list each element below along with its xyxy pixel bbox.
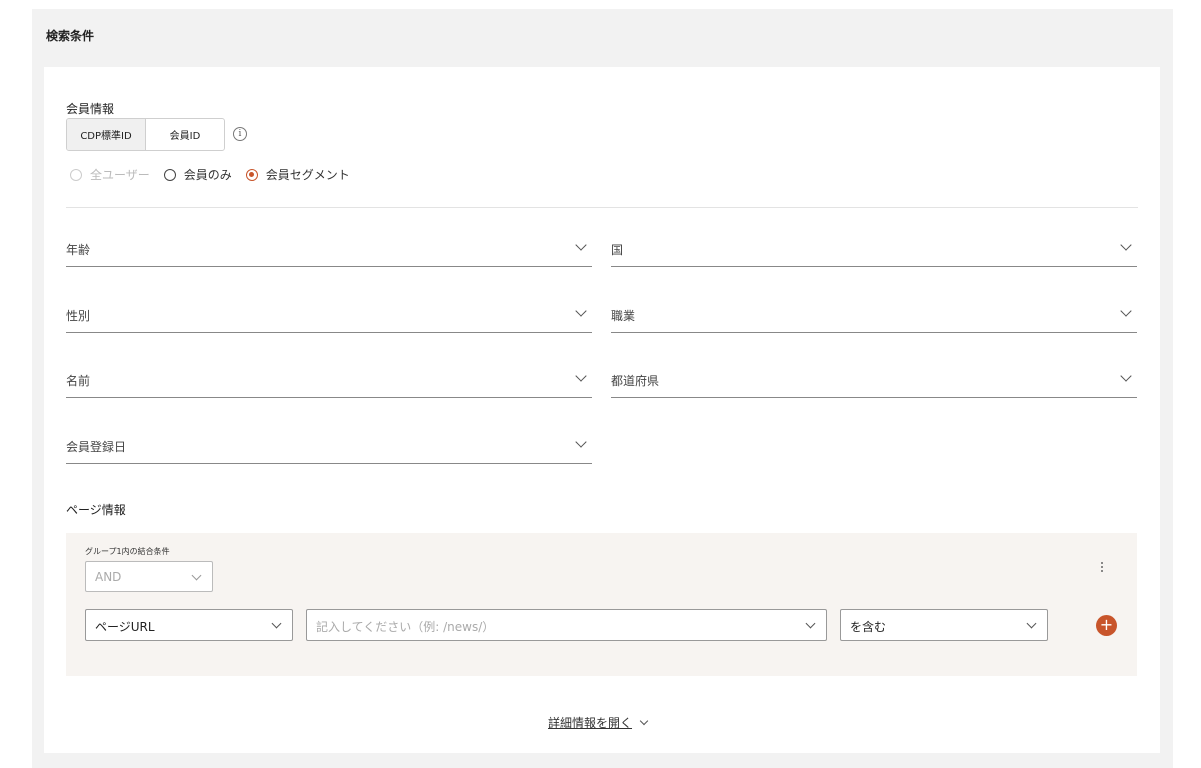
conditions-card: 会員情報 CDP標準ID 会員ID i 全ユーザー 会員のみ 会員セグメント 年… [44, 67, 1160, 753]
gender-select[interactable]: 性別 [66, 296, 592, 333]
registration-date-select[interactable]: 会員登録日 [66, 427, 592, 464]
info-icon[interactable]: i [233, 127, 247, 141]
radio-label: 会員のみ [183, 168, 232, 182]
search-conditions-panel: 検索条件 会員情報 CDP標準ID 会員ID i 全ユーザー 会員のみ 会員セグ… [32, 9, 1173, 768]
chevron-down-icon [191, 570, 202, 581]
combiner-value: AND [95, 570, 122, 584]
radio-circle[interactable] [245, 168, 258, 181]
occupation-label: 職業 [611, 309, 636, 323]
condition-value-placeholder: 記入してください（例: /news/） [316, 620, 495, 634]
divider [66, 207, 1138, 208]
occupation-select[interactable]: 職業 [611, 296, 1137, 333]
add-condition-button[interactable]: + [1096, 615, 1117, 636]
country-select[interactable]: 国 [611, 230, 1137, 267]
chevron-down-icon [639, 716, 649, 725]
group-combiner-label: グループ1内の結合条件 [85, 547, 170, 556]
radio-circle [70, 168, 82, 181]
combiner-select[interactable]: AND [85, 561, 213, 592]
panel-title: 検索条件 [46, 29, 95, 43]
member-scope-radios: 全ユーザー 会員のみ 会員セグメント [70, 166, 364, 183]
chevron-down-icon [575, 370, 587, 382]
chevron-down-icon [575, 436, 587, 448]
condition-operator-value: を含む [850, 620, 887, 634]
country-label: 国 [611, 243, 624, 257]
radio-circle[interactable] [163, 168, 176, 181]
condition-value-input[interactable]: 記入してください（例: /news/） [306, 609, 827, 641]
id-type-toggle: CDP標準ID 会員ID [66, 118, 225, 151]
gender-label: 性別 [66, 309, 91, 323]
chevron-down-icon [805, 618, 816, 629]
chevron-down-icon [1120, 370, 1132, 382]
condition-group: グループ1内の結合条件 AND ページURL 記入してください（例: /news… [66, 533, 1137, 676]
chevron-down-icon [271, 618, 282, 629]
prefecture-label: 都道府県 [611, 374, 660, 388]
open-details-link[interactable]: 詳細情報を開く [548, 714, 649, 731]
chevron-down-icon [575, 305, 587, 317]
radio-member-segment[interactable]: 会員セグメント [245, 166, 350, 183]
registration-date-label: 会員登録日 [66, 440, 127, 454]
age-select[interactable]: 年齢 [66, 230, 592, 267]
member-info-title: 会員情報 [66, 102, 115, 116]
toggle-cdp-id[interactable]: CDP標準ID [67, 119, 146, 150]
details-link-label: 詳細情報を開く [548, 716, 633, 730]
condition-field-select[interactable]: ページURL [85, 609, 293, 641]
condition-operator-select[interactable]: を含む [840, 609, 1048, 641]
chevron-down-icon [1120, 305, 1132, 317]
page-info-title: ページ情報 [66, 503, 126, 517]
chevron-down-icon [575, 239, 587, 251]
name-label: 名前 [66, 374, 91, 388]
prefecture-select[interactable]: 都道府県 [611, 361, 1137, 398]
condition-field-value: ページURL [95, 620, 155, 634]
more-options-icon[interactable] [1101, 562, 1104, 572]
radio-all-users: 全ユーザー [70, 166, 150, 183]
chevron-down-icon [1026, 618, 1037, 629]
toggle-member-id[interactable]: 会員ID [146, 119, 224, 150]
radio-label: 全ユーザー [90, 168, 150, 182]
chevron-down-icon [1120, 239, 1132, 251]
age-label: 年齢 [66, 243, 91, 257]
name-select[interactable]: 名前 [66, 361, 592, 398]
radio-label: 会員セグメント [265, 168, 350, 182]
radio-members-only[interactable]: 会員のみ [163, 166, 232, 183]
